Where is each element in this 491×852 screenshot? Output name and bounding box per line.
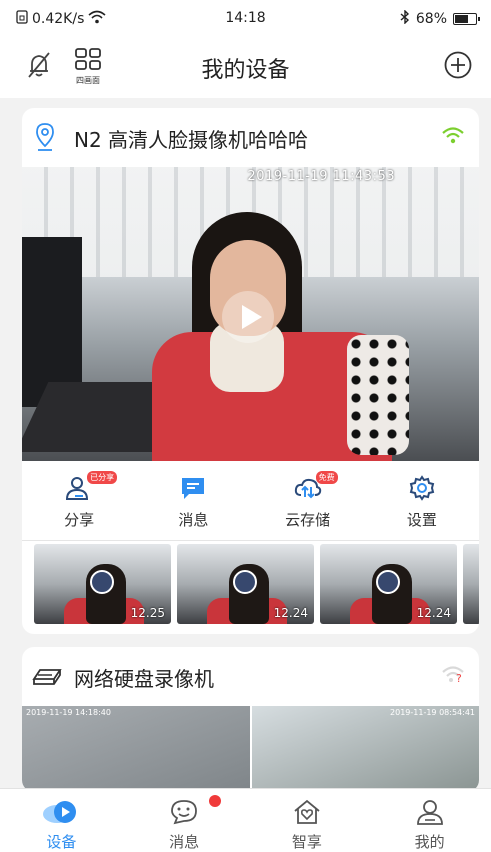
page-title: 我的设备	[201, 58, 290, 83]
tab-label: 设备	[46, 833, 77, 851]
device-card-header[interactable]: N2 高清人脸摄像机哈哈哈	[22, 108, 479, 166]
recording-thumbnails: 12.25 12.24 12.24	[34, 544, 479, 624]
cloud-storage-button[interactable]: 免费 云存储	[258, 461, 358, 540]
battery-percent: 68%	[415, 11, 447, 27]
device-action-bar: 已分享 分享 消息 免费 云存储 设置	[22, 461, 479, 541]
home-heart-icon	[294, 799, 320, 824]
play-icon	[233, 570, 257, 594]
play-icon[interactable]	[222, 291, 274, 343]
play-icon	[376, 570, 400, 594]
unread-dot	[208, 795, 221, 807]
settings-label: 设置	[406, 511, 437, 529]
play-icon	[90, 570, 114, 594]
messages-button[interactable]: 消息	[143, 461, 243, 540]
tab-share[interactable]: 智享	[246, 789, 369, 852]
share-label: 分享	[64, 511, 95, 529]
wifi-signal-icon	[441, 126, 465, 148]
wifi-unknown-icon: ?	[441, 665, 465, 687]
video-timestamp: 2019-11-19 11:43:53	[247, 169, 395, 184]
cloud-storage-label: 云存储	[285, 511, 331, 529]
tab-label: 消息	[169, 833, 200, 851]
thumbnail-date: 12.25	[130, 606, 165, 620]
tab-label: 智享	[291, 833, 322, 851]
gear-icon	[409, 475, 435, 501]
devices-play-icon	[43, 801, 77, 823]
tab-messages[interactable]: 消息	[123, 789, 246, 852]
nvr-channel-preview[interactable]: 2019-11-19 14:18:40	[22, 706, 250, 792]
tab-label: 我的	[414, 833, 445, 851]
free-badge: 免费	[315, 471, 338, 484]
messages-label: 消息	[178, 511, 209, 529]
video-mug	[347, 335, 409, 455]
recording-thumbnail[interactable]: 12.25	[34, 544, 171, 624]
live-video-preview[interactable]: 2019-11-19 11:43:53	[22, 167, 479, 461]
location-pin-icon	[34, 122, 56, 156]
thumbnail-date: 12.24	[416, 606, 451, 620]
message-smile-icon	[171, 800, 198, 825]
hard-disk-recorder-icon	[32, 667, 62, 691]
device-name: 网络硬盘录像机	[74, 667, 214, 691]
app-header: 四画面 我的设备	[0, 36, 491, 98]
device-card-header[interactable]: 网络硬盘录像机 ?	[22, 647, 479, 705]
device-name: N2 高清人脸摄像机哈哈哈	[74, 128, 309, 152]
channel-timestamp: 2019-11-19 08:54:41	[390, 708, 475, 717]
status-bar: 0.42K/s 14:18 68%	[0, 0, 491, 36]
settings-button[interactable]: 设置	[372, 461, 472, 540]
message-icon	[182, 478, 205, 499]
tab-devices[interactable]: 设备	[0, 789, 123, 852]
battery-icon	[453, 13, 480, 25]
bottom-tab-bar: 设备 消息 智享 我的	[0, 788, 491, 852]
recording-thumbnail[interactable]: 12.24	[177, 544, 314, 624]
add-device-icon[interactable]	[443, 50, 473, 84]
battery-fill	[455, 15, 468, 23]
thumbnail-date: 12.24	[273, 606, 308, 620]
svg-text:?: ?	[456, 672, 462, 683]
tab-me[interactable]: 我的	[368, 789, 491, 852]
bluetooth-icon	[400, 9, 410, 28]
nvr-channel-previews: 2019-11-19 14:18:40 2019-11-19 08:54:41	[22, 706, 479, 792]
user-profile-icon	[416, 800, 443, 825]
recording-thumbnail[interactable]: 12.24	[320, 544, 457, 624]
device-card-camera[interactable]: N2 高清人脸摄像机哈哈哈 2019-11-19 11:43:53 已分享 分享…	[22, 108, 479, 634]
device-card-nvr[interactable]: 网络硬盘录像机 ? 2019-11-19 14:18:40 2019-11-19…	[22, 647, 479, 792]
channel-timestamp: 2019-11-19 14:18:40	[26, 708, 111, 717]
nvr-channel-preview[interactable]: 2019-11-19 08:54:41	[251, 706, 479, 792]
shared-badge: 已分享	[87, 471, 118, 484]
share-button[interactable]: 已分享 分享	[29, 461, 129, 540]
recording-thumbnail-partial[interactable]	[463, 544, 479, 624]
